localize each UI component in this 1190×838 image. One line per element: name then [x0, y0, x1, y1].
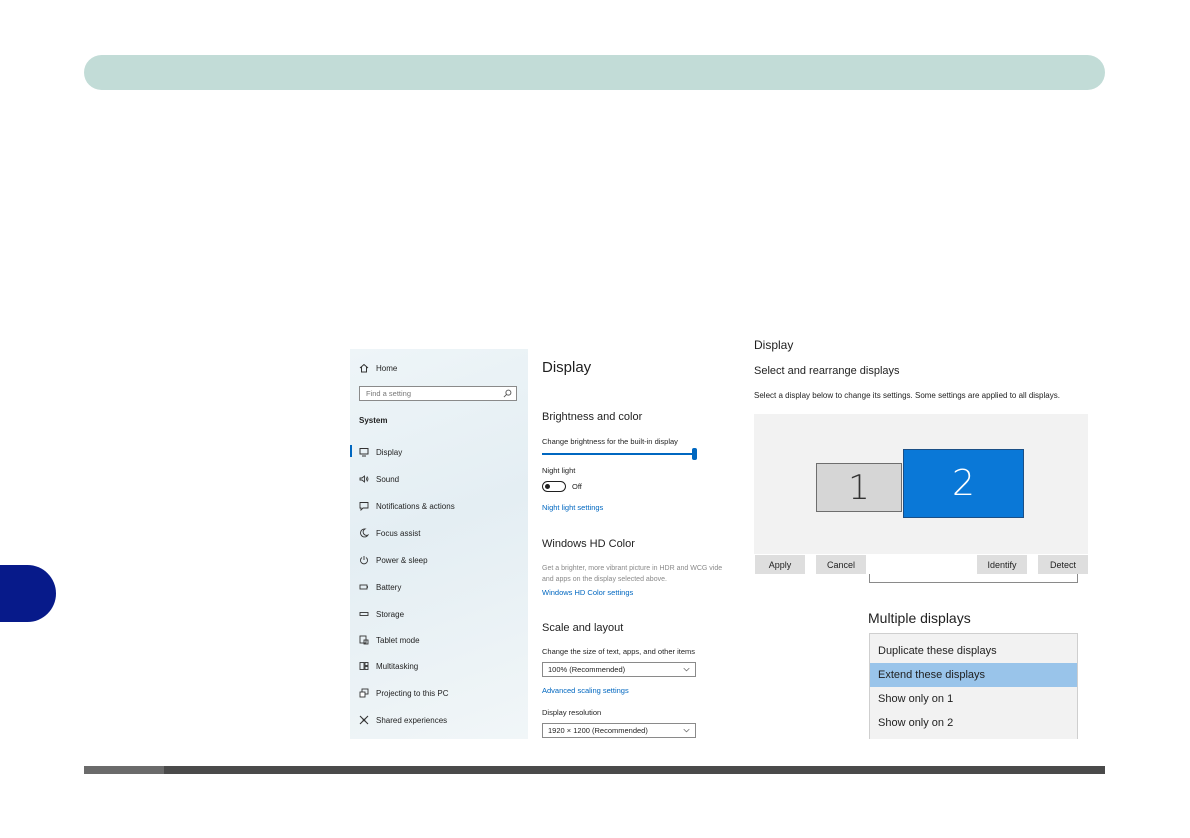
- storage-icon: [358, 608, 370, 620]
- notification-icon: [358, 500, 370, 512]
- sidebar-item-label: Display: [376, 447, 403, 457]
- page-title: Display: [542, 359, 592, 376]
- shared-icon: [358, 714, 370, 726]
- chevron-down-icon: [683, 667, 690, 672]
- sidebar-item-label: Shared experiences: [376, 715, 448, 725]
- scale-size-label: Change the size of text, apps, and other…: [542, 647, 696, 656]
- resolution-label: Display resolution: [542, 708, 602, 717]
- tablet-icon: [358, 634, 370, 646]
- hdr-description-line2: and apps on the display selected above.: [542, 576, 667, 583]
- chevron-down-icon: [683, 728, 690, 733]
- detect-button[interactable]: Detect: [1038, 555, 1088, 574]
- sidebar-item-label: Notifications & actions: [376, 501, 455, 511]
- sidebar-item-projecting[interactable]: Projecting to this PC: [358, 686, 448, 700]
- hdr-heading: Windows HD Color: [542, 538, 635, 550]
- page-footer-line: [84, 766, 1105, 774]
- sidebar-home-label: Home: [376, 363, 398, 373]
- multiple-displays-heading: Multiple displays: [868, 610, 971, 626]
- display-settings-pane: Display Brightness and color Change brig…: [528, 349, 742, 739]
- sidebar-item-label: Projecting to this PC: [376, 688, 449, 698]
- night-light-state: Off: [572, 482, 582, 491]
- option-extend-displays[interactable]: Extend these displays: [870, 663, 1077, 687]
- option-show-only-2[interactable]: Show only on 2: [870, 711, 1077, 735]
- brightness-heading: Brightness and color: [542, 411, 643, 423]
- multiple-displays-list: Duplicate these displays Extend these di…: [869, 633, 1078, 739]
- search-input[interactable]: Find a setting: [359, 386, 517, 401]
- sidebar-item-multitasking[interactable]: Multitasking: [358, 659, 418, 673]
- night-light-label: Night light: [542, 466, 576, 475]
- sidebar-item-notifications[interactable]: Notifications & actions: [358, 499, 455, 513]
- sidebar-item-display[interactable]: Display: [358, 445, 402, 459]
- sidebar-item-label: Tablet mode: [376, 635, 420, 645]
- sidebar-home[interactable]: Home: [358, 361, 397, 375]
- chapter-tab: [0, 565, 56, 622]
- advanced-scaling-link[interactable]: Advanced scaling settings: [542, 686, 629, 695]
- projecting-icon: [358, 687, 370, 699]
- sidebar-item-power-sleep[interactable]: Power & sleep: [358, 553, 428, 567]
- settings-sidebar: Home Find a setting System Display Sound…: [350, 349, 528, 739]
- monitor-1[interactable]: 1: [816, 463, 902, 512]
- sidebar-item-label: Power & sleep: [376, 555, 428, 565]
- dropdown-remnant: [869, 574, 1078, 583]
- home-icon: [358, 362, 370, 374]
- sidebar-item-tablet-mode[interactable]: Tablet mode: [358, 633, 420, 647]
- hdr-description-line1: Get a brighter, more vibrant picture in …: [542, 565, 723, 572]
- cropped-display-title: Display: [754, 338, 794, 352]
- sidebar-section-label: System: [359, 416, 388, 425]
- sidebar-item-label: Battery: [376, 582, 402, 592]
- sidebar-item-sound[interactable]: Sound: [358, 472, 399, 486]
- resolution-dropdown[interactable]: 1920 × 1200 (Recommended): [542, 723, 696, 738]
- speaker-icon: [358, 473, 370, 485]
- multitasking-icon: [358, 660, 370, 672]
- apply-button[interactable]: Apply: [755, 555, 805, 574]
- page-header-bar: [84, 55, 1105, 90]
- battery-icon: [358, 581, 370, 593]
- option-show-only-1[interactable]: Show only on 1: [870, 687, 1077, 711]
- hdr-settings-link[interactable]: Windows HD Color settings: [542, 588, 633, 597]
- sidebar-item-label: Storage: [376, 609, 405, 619]
- sidebar-active-indicator: [350, 445, 352, 457]
- search-placeholder: Find a setting: [366, 389, 412, 398]
- sidebar-item-focus-assist[interactable]: Focus assist: [358, 526, 420, 540]
- identify-button[interactable]: Identify: [977, 555, 1027, 574]
- power-icon: [358, 554, 370, 566]
- sidebar-item-label: Focus assist: [376, 528, 421, 538]
- cropped-title-clip: Display: [754, 338, 834, 352]
- scale-size-value: 100% (Recommended): [548, 665, 626, 674]
- search-icon: [503, 389, 512, 398]
- scale-size-dropdown[interactable]: 100% (Recommended): [542, 662, 696, 677]
- night-light-toggle[interactable]: [542, 481, 566, 492]
- brightness-slider-label: Change brightness for the built-in displ…: [542, 437, 678, 446]
- scale-heading: Scale and layout: [542, 622, 624, 634]
- monitor-icon: [358, 446, 370, 458]
- sidebar-item-battery[interactable]: Battery: [358, 580, 401, 594]
- night-light-settings-link[interactable]: Night light settings: [542, 503, 603, 512]
- sidebar-item-label: Sound: [376, 474, 400, 484]
- sidebar-item-shared-experiences[interactable]: Shared experiences: [358, 713, 447, 727]
- option-duplicate-displays[interactable]: Duplicate these displays: [870, 639, 1077, 663]
- monitor-2[interactable]: 2: [903, 449, 1024, 518]
- rearrange-description: Select a display below to change its set…: [754, 391, 1060, 400]
- rearrange-heading: Select and rearrange displays: [754, 365, 900, 377]
- sidebar-item-label: Multitasking: [376, 661, 419, 671]
- moon-icon: [358, 527, 370, 539]
- brightness-slider-thumb[interactable]: [692, 448, 697, 460]
- brightness-slider[interactable]: [542, 453, 696, 455]
- cancel-button[interactable]: Cancel: [816, 555, 866, 574]
- sidebar-item-storage[interactable]: Storage: [358, 607, 404, 621]
- resolution-value: 1920 × 1200 (Recommended): [548, 726, 648, 735]
